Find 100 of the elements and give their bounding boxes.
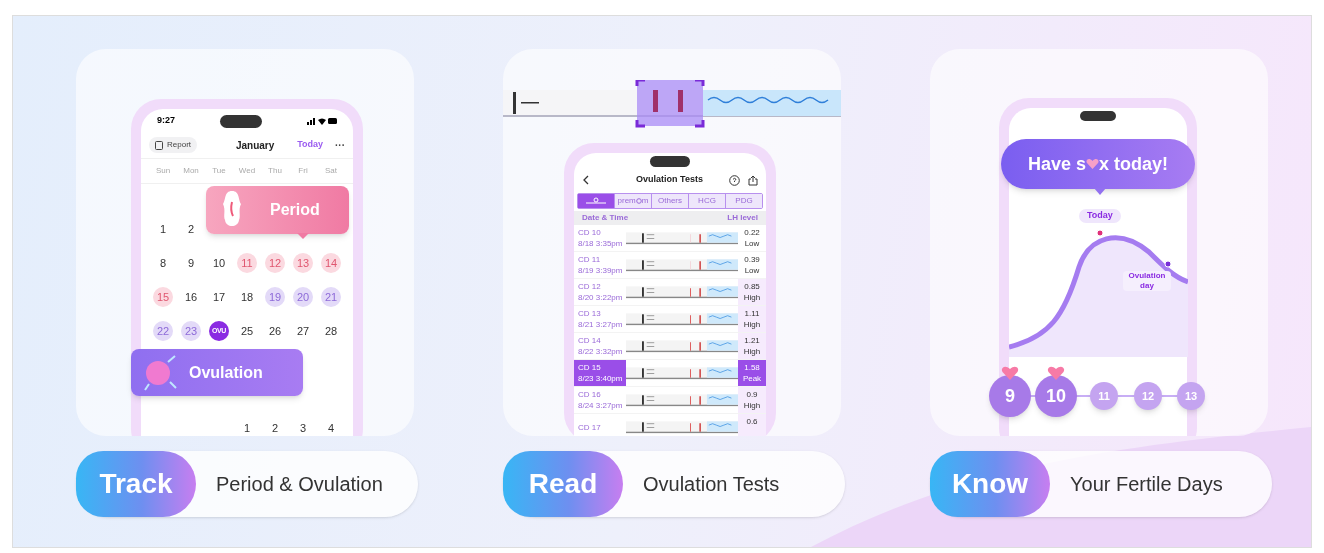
lh-value: 0.6 <box>746 416 758 427</box>
callout-pointer <box>1094 188 1106 195</box>
calendar-day[interactable]: 1 <box>237 418 257 436</box>
calendar-day[interactable]: 25 <box>237 321 257 341</box>
lh-result: High <box>743 346 761 357</box>
back-icon[interactable] <box>582 175 590 185</box>
feature-word: Know <box>930 451 1050 517</box>
calendar-day[interactable]: 23 <box>181 321 201 341</box>
tab-text: prem <box>617 195 636 207</box>
cycle-day: CD 16 <box>578 389 626 400</box>
fertile-day[interactable]: 9 <box>989 375 1031 417</box>
share-icon[interactable] <box>748 174 758 186</box>
period-label: Period <box>270 200 320 220</box>
dynamic-island <box>220 114 262 128</box>
calendar-day[interactable]: 4 <box>321 418 341 436</box>
test-time: 8/22 3:32pm <box>578 346 624 357</box>
logo-icon <box>584 197 608 205</box>
lh-value: 0.9 <box>746 389 758 400</box>
calendar-day[interactable]: 22 <box>153 321 173 341</box>
column-header: LH level <box>727 212 758 224</box>
calendar-day[interactable]: 19 <box>265 287 285 307</box>
weekday-label: Tue <box>211 165 227 177</box>
today-tag: Today <box>1079 209 1121 223</box>
feature-caption: Your Fertile Days <box>1070 472 1223 497</box>
cycle-day: CD 13 <box>578 308 626 319</box>
circle-icon <box>635 198 642 204</box>
date-cell[interactable]: CD 15 8/23 3:40pm <box>574 360 626 386</box>
cycle-day: CD 11 <box>578 254 626 265</box>
more-button[interactable]: ··· <box>335 137 345 153</box>
weekday-label: Mon <box>182 165 200 177</box>
cycle-day: CD 15 <box>578 362 626 373</box>
cycle-day: CD 10 <box>578 227 626 238</box>
weekday-label: Thu <box>267 165 283 177</box>
calendar-day[interactable]: 27 <box>293 321 313 341</box>
lh-result: High <box>743 292 761 303</box>
calendar-day[interactable]: 21 <box>321 287 341 307</box>
advice-text: x today! <box>1099 152 1169 176</box>
dynamic-island <box>650 156 690 167</box>
tab-text: m <box>641 195 649 207</box>
test-time: 8/21 3:27pm <box>578 319 624 330</box>
calendar-day[interactable]: 16 <box>181 287 201 307</box>
advice-text: Have s <box>1027 152 1086 176</box>
feature-caption: Ovulation Tests <box>643 472 780 497</box>
today-link[interactable]: Today <box>297 138 323 152</box>
brand-tab[interactable]: Others <box>651 194 688 208</box>
calendar-day[interactable]: 15 <box>153 287 173 307</box>
document-icon <box>155 140 163 150</box>
callout-pointer <box>297 233 309 239</box>
test-time: 8/20 3:22pm <box>578 292 624 303</box>
weekday-label: Sat <box>324 165 338 177</box>
lh-result: Low <box>744 265 760 276</box>
test-time: 8/24 3:27pm <box>578 400 624 411</box>
calendar-day[interactable]: 18 <box>237 287 257 307</box>
calendar-day[interactable]: 2 <box>265 418 285 436</box>
cycle-day: CD 12 <box>578 281 626 292</box>
brand-tab[interactable]: HCG <box>688 194 725 208</box>
cycle-day: CD 14 <box>578 335 626 346</box>
ovulation-day-label: Ovulation day <box>1123 271 1171 291</box>
test-time: 8/19 3:39pm <box>578 265 624 276</box>
status-time: 9:27 <box>157 114 175 128</box>
calendar-day[interactable]: 3 <box>293 418 313 436</box>
brand-tab[interactable]: PDG <box>725 194 762 208</box>
lh-value: 0.22 <box>744 227 760 238</box>
calendar-day[interactable]: 11 <box>237 253 257 273</box>
cycle-day: CD 17 <box>578 421 626 433</box>
brand-tab[interactable]: prem m <box>614 194 651 208</box>
lh-result: Peak <box>742 373 762 384</box>
calendar-day[interactable]: 9 <box>181 253 201 273</box>
help-icon[interactable] <box>729 174 740 186</box>
weekday-label: Wed <box>237 165 257 177</box>
calendar-day[interactable]: 2 <box>181 219 201 239</box>
calendar-day[interactable]: 1 <box>153 219 173 239</box>
weekday-label: Sun <box>154 165 172 177</box>
calendar-day[interactable]: 20 <box>293 287 313 307</box>
brand-tab[interactable] <box>578 194 614 208</box>
report-button[interactable]: Report <box>149 137 197 153</box>
status-icons <box>307 117 337 125</box>
calendar-day[interactable]: 13 <box>293 253 313 273</box>
lh-result: High <box>743 319 761 330</box>
lh-value: 1.21 <box>744 335 760 346</box>
lh-result: Low <box>744 238 760 249</box>
calendar-day[interactable]: 28 <box>321 321 341 341</box>
calendar-day[interactable]: 26 <box>265 321 285 341</box>
lh-value: 1.58 <box>744 362 760 373</box>
test-time: 8/18 3:35pm <box>578 238 624 249</box>
screen-title: Ovulation Tests <box>636 173 703 187</box>
feature-caption: Period & Ovulation <box>216 472 383 497</box>
lh-result: High <box>743 400 761 411</box>
calendar-day[interactable]: 10 <box>209 253 229 273</box>
heart-icon <box>1086 158 1099 170</box>
lh-value: 0.39 <box>744 254 760 265</box>
egg-icon <box>143 353 177 392</box>
test-time: 8/23 3:40pm <box>578 373 624 384</box>
calendar-day[interactable]: 8 <box>153 253 173 273</box>
feature-word: Read <box>503 451 623 517</box>
lh-value: 0.85 <box>744 281 760 292</box>
calendar-day[interactable]: 12 <box>265 253 285 273</box>
ovulation-label: Ovulation <box>189 362 263 383</box>
calendar-day[interactable]: 14 <box>321 253 341 273</box>
calendar-day[interactable]: 17 <box>209 287 229 307</box>
